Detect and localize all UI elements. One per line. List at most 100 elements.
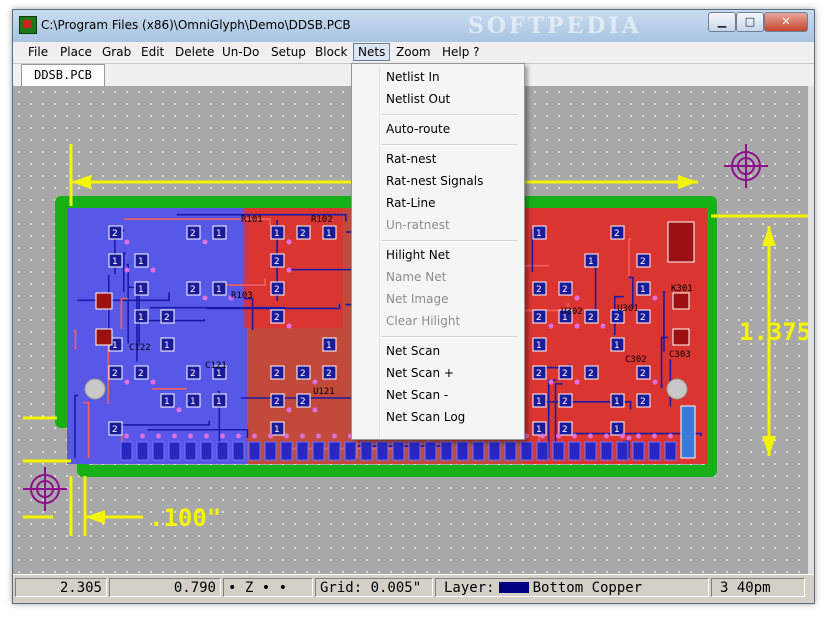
component-pad (95, 292, 113, 310)
menu-nets[interactable]: Nets (353, 43, 391, 61)
edge-finger (616, 441, 629, 461)
minimize-button[interactable]: ▁ (708, 12, 736, 32)
pad-pair: 1 (610, 393, 625, 408)
menu-auto-route[interactable]: Auto-route (386, 122, 450, 136)
menu-name-net[interactable]: Name Net (386, 270, 446, 284)
menu-rat-nest-signals[interactable]: Rat-nest Signals (386, 174, 483, 188)
component-k301 (667, 221, 695, 263)
pad-number: 2 (640, 257, 646, 267)
maximize-button[interactable]: □ (736, 12, 764, 32)
pad-number: 2 (562, 425, 568, 435)
edge-finger (504, 441, 517, 461)
edge-finger (248, 441, 261, 461)
status-layer: Layer: Bottom Copper (435, 578, 709, 597)
menu-netlist-in[interactable]: Netlist In (386, 70, 440, 84)
pad-number: 1 (274, 229, 280, 239)
close-button[interactable]: ✕ (764, 12, 808, 32)
via (652, 379, 658, 385)
pad-number: 2 (112, 369, 118, 379)
via (124, 239, 130, 245)
pad-pair: 1 (532, 421, 547, 436)
status-mode: • Z • • (223, 578, 313, 597)
menu-un-ratnest[interactable]: Un-ratnest (386, 218, 450, 232)
edge-finger (648, 441, 661, 461)
document-tab[interactable]: DDSB.PCB (21, 64, 105, 86)
menu-file[interactable]: File (28, 45, 48, 59)
menu-net-scan[interactable]: Net Scan (386, 344, 440, 358)
pad-number: 1 (216, 285, 222, 295)
pad-number: 2 (112, 425, 118, 435)
menu-net-scan-plus[interactable]: Net Scan + (386, 366, 454, 380)
pad-number: 1 (536, 229, 542, 239)
menu-netlist-out[interactable]: Netlist Out (386, 92, 450, 106)
edge-finger (600, 441, 613, 461)
edge-finger (232, 441, 245, 461)
edge-finger (312, 441, 325, 461)
pad-number: 2 (614, 313, 620, 323)
menu-setup[interactable]: Setup (271, 45, 306, 59)
pad-number: 1 (112, 257, 118, 267)
menu-zoom[interactable]: Zoom (396, 45, 431, 59)
dimension-height-label: 1.375" (739, 318, 808, 346)
menu-net-scan-log[interactable]: Net Scan Log (386, 410, 465, 424)
pad-number: 2 (112, 229, 118, 239)
vertical-scrollbar[interactable] (808, 86, 814, 574)
via (150, 379, 156, 385)
title-bar[interactable]: C:\Program Files (x86)\OmniGlyph\Demo\DD… (13, 10, 814, 42)
menu-edit[interactable]: Edit (141, 45, 164, 59)
edge-finger-via (236, 433, 241, 439)
edge-finger-via (284, 433, 289, 439)
component-connector (680, 405, 696, 459)
pad-number: 2 (274, 397, 280, 407)
pad-number: 2 (640, 369, 646, 379)
pad-number: 2 (562, 285, 568, 295)
status-time: 3 40pm (711, 578, 805, 597)
edge-finger-via (268, 433, 273, 439)
pad-pair: 2 (532, 281, 547, 296)
pad-number: 1 (112, 341, 118, 351)
app-icon[interactable] (19, 16, 37, 34)
edge-finger (424, 441, 437, 461)
pad-pair: 1 (134, 281, 149, 296)
pad-number: 1 (614, 397, 620, 407)
pad-number: 2 (164, 313, 170, 323)
layer-name: Bottom Copper (532, 580, 643, 596)
pad-pair: 1 (322, 337, 337, 352)
pad-number: 2 (274, 369, 280, 379)
menu-place[interactable]: Place (60, 45, 92, 59)
menu-rat-nest[interactable]: Rat-nest (386, 152, 436, 166)
menu-rat-line[interactable]: Rat-Line (386, 196, 435, 210)
pad-number: 1 (536, 341, 542, 351)
label-r101: R101 (241, 215, 263, 225)
menu-net-image[interactable]: Net Image (386, 292, 448, 306)
via (312, 407, 318, 413)
edge-finger (392, 441, 405, 461)
menu-help[interactable]: Help ? (442, 45, 480, 59)
label-c121: C121 (205, 361, 227, 371)
pad-pair: 2 (160, 309, 175, 324)
pad-number: 1 (274, 425, 280, 435)
label-u121: U121 (313, 387, 335, 397)
menu-clear-hilight[interactable]: Clear Hilight (386, 314, 460, 328)
menu-net-scan-minus[interactable]: Net Scan - (386, 388, 448, 402)
pad-pair: 1 (134, 309, 149, 324)
menu-undo[interactable]: Un-Do (222, 45, 259, 59)
status-y-coordinate: 0.790 (109, 578, 221, 597)
edge-finger-via (572, 433, 577, 439)
menu-block[interactable]: Block (315, 45, 347, 59)
pad-number: 2 (588, 369, 594, 379)
edge-finger (536, 441, 549, 461)
pad-number: 2 (274, 257, 280, 267)
menu-hilight-net[interactable]: Hilight Net (386, 248, 450, 262)
pad-number: 1 (536, 397, 542, 407)
pad-number: 2 (138, 369, 144, 379)
pad-pair: 2 (186, 365, 201, 380)
via (286, 407, 292, 413)
pad-pair: 1 (532, 225, 547, 240)
edge-finger (408, 441, 421, 461)
menu-delete[interactable]: Delete (175, 45, 214, 59)
edge-finger (296, 441, 309, 461)
copper-trace (151, 388, 187, 390)
edge-finger-via (172, 433, 177, 439)
menu-grab[interactable]: Grab (102, 45, 131, 59)
